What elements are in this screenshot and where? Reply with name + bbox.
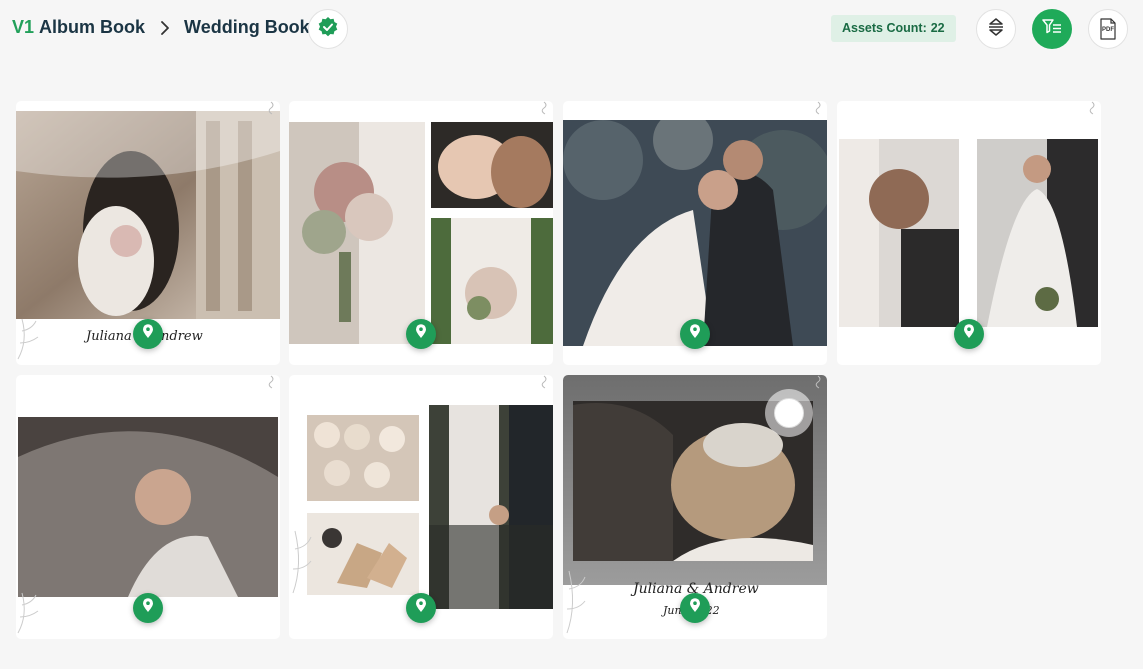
version-label: V1: [12, 17, 35, 37]
corner-ornament-icon: [815, 375, 821, 389]
breadcrumb-album-link[interactable]: Album Book: [39, 17, 145, 38]
corner-ornament-icon: [1089, 101, 1095, 115]
bride-groom-tags-photo: [307, 513, 419, 595]
chevron-right-icon: [155, 18, 175, 38]
album-pages-grid: Juliana & Andrew: [16, 101, 1116, 641]
corner-ornament-icon: [268, 375, 274, 389]
location-pin-button[interactable]: [680, 593, 710, 623]
sort-arrows-icon: [987, 17, 1005, 42]
export-pdf-button[interactable]: PDF: [1088, 9, 1128, 49]
album-page-card[interactable]: [289, 375, 553, 639]
groom-bride-closeup-photo: [839, 139, 959, 327]
location-pin-button[interactable]: [406, 319, 436, 349]
corner-ornament-icon: [541, 101, 547, 115]
corner-ornament-icon: [268, 101, 274, 115]
bride-bouquet-photo: [431, 218, 553, 344]
bouquet-photo: [289, 122, 425, 344]
map-pin-icon: [142, 324, 154, 344]
floral-decoration-icon: [17, 592, 39, 634]
floral-decoration-icon: [292, 530, 312, 594]
breadcrumb: V1 Album Book Wedding Book: [12, 17, 310, 38]
page-header: V1 Album Book Wedding Book Assets Count:…: [0, 0, 1143, 58]
filter-button[interactable]: [1032, 9, 1072, 49]
floral-decoration-icon: [17, 318, 39, 360]
map-pin-icon: [415, 324, 427, 344]
assets-count-label: Assets Count:: [842, 21, 927, 35]
assets-count-value: 22: [930, 21, 945, 35]
map-pin-icon: [415, 598, 427, 618]
album-page-card[interactable]: [16, 375, 280, 639]
map-pin-icon: [142, 598, 154, 618]
select-page-toggle[interactable]: [765, 389, 813, 437]
bride-groom-standing-photo: [977, 139, 1098, 327]
location-pin-button[interactable]: [133, 319, 163, 349]
bride-veil-photo: [18, 417, 278, 597]
album-page-card[interactable]: [837, 101, 1101, 365]
sort-button[interactable]: [976, 9, 1016, 49]
pdf-file-icon: PDF: [1099, 18, 1117, 40]
wedding-couple-photo: [16, 111, 280, 319]
verified-button[interactable]: [308, 9, 348, 49]
filter-list-icon: [1042, 18, 1062, 41]
hands-rings-photo: [431, 122, 553, 208]
breadcrumb-current-page: Wedding Book: [184, 17, 310, 37]
couple-holding-hands-photo: [429, 405, 553, 609]
pdf-icon-text: PDF: [1102, 27, 1114, 33]
location-pin-button[interactable]: [680, 319, 710, 349]
roses-photo: [307, 415, 419, 501]
album-page-card[interactable]: [289, 101, 553, 365]
location-pin-button[interactable]: [133, 593, 163, 623]
map-pin-icon: [963, 324, 975, 344]
album-page-card[interactable]: Juliana & Andrew June 2022: [563, 375, 827, 639]
floral-decoration-icon: [566, 570, 586, 634]
location-pin-button[interactable]: [954, 319, 984, 349]
map-pin-icon: [689, 598, 701, 618]
assets-count-badge: Assets Count: 22: [831, 15, 956, 42]
couple-embrace-photo: [563, 120, 827, 346]
corner-ornament-icon: [541, 375, 547, 389]
album-page-card[interactable]: Juliana & Andrew: [16, 101, 280, 365]
location-pin-button[interactable]: [406, 593, 436, 623]
verified-badge-icon: [317, 16, 339, 43]
corner-ornament-icon: [815, 101, 821, 115]
map-pin-icon: [689, 324, 701, 344]
album-page-card[interactable]: [563, 101, 827, 365]
